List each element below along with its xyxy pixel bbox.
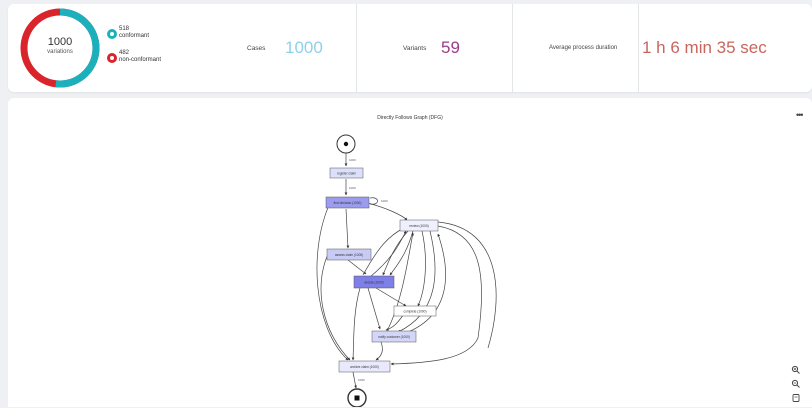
node-label: notify customer (1000) (378, 335, 410, 339)
variants-label: Variants (403, 45, 427, 52)
end-event[interactable] (347, 388, 367, 407)
nonconformant-dot-icon (107, 53, 117, 63)
divider (638, 4, 639, 92)
node-label: assess claim (1000) (335, 253, 363, 257)
graph-node-notify[interactable]: notify customer (1000) (371, 330, 417, 343)
graph-edge (367, 287, 381, 330)
summary-bar: 1000 variations 518 conformant 482 non-c… (8, 4, 812, 92)
edge-label: 1000 (381, 199, 388, 203)
node-label: decide (1000) (364, 280, 384, 284)
edge-label: 1000 (349, 186, 356, 190)
donut-total: 1000 (47, 36, 73, 48)
graph-edge (390, 225, 482, 366)
graph-node-review[interactable]: review (1000) (399, 219, 439, 232)
graph-panel: Directly Follows Graph (DFG) ••• 1000 10… (8, 98, 812, 407)
graph-node-first-decision[interactable]: first decision (1000) (325, 196, 370, 209)
reset-view-icon[interactable] (791, 390, 801, 402)
cases-value: 1000 (285, 38, 323, 57)
graph-edge (369, 197, 378, 205)
graph-node-register[interactable]: register claim (329, 167, 364, 179)
nonconformant-count: 482 (119, 50, 130, 56)
node-label: complete (1000) (403, 310, 426, 314)
graph-edge (363, 201, 408, 221)
process-graph[interactable]: 1000 1000 1000 1000 register claim first… (8, 98, 812, 407)
conformant-dot-icon (107, 29, 117, 39)
divider (512, 4, 513, 92)
conformant-label: conformant (119, 33, 150, 39)
edge-label: 1000 (349, 158, 356, 162)
cases-label: Cases (247, 45, 266, 52)
graph-edge (351, 287, 361, 361)
graph-edges (316, 153, 497, 389)
duration-label: Average process duration (549, 45, 618, 51)
nonconformant-label: non-conformant (119, 57, 162, 63)
edge-label: 1000 (358, 378, 365, 382)
zoom-out-icon[interactable] (791, 376, 801, 388)
graph-edge (352, 371, 357, 389)
node-label: archive claim (1000) (350, 365, 379, 369)
donut-chart (20, 8, 100, 88)
graph-edge (345, 208, 350, 249)
node-label: register claim (337, 172, 356, 176)
variants-value: 59 (441, 38, 460, 57)
graph-node-decide[interactable]: decide (1000) (353, 275, 395, 289)
duration-value: 1 h 6 min 35 sec (642, 38, 767, 57)
graph-edge (417, 230, 426, 307)
graph-edge (347, 259, 367, 275)
conformance-donut: 1000 variations (19, 7, 101, 89)
graph-node-assess[interactable]: assess claim (1000) (326, 248, 372, 261)
divider (356, 4, 357, 92)
zoom-in-icon[interactable] (791, 362, 801, 374)
conformant-count: 518 (119, 26, 130, 32)
graph-edge (375, 341, 383, 361)
donut-total-label: variations (47, 49, 73, 55)
graph-node-complete[interactable]: complete (1000) (393, 305, 437, 317)
node-label: first decision (1000) (334, 201, 362, 205)
graph-node-archive[interactable]: archive claim (1000) (338, 360, 391, 373)
start-event[interactable] (336, 134, 356, 154)
node-label: review (1000) (409, 224, 428, 228)
